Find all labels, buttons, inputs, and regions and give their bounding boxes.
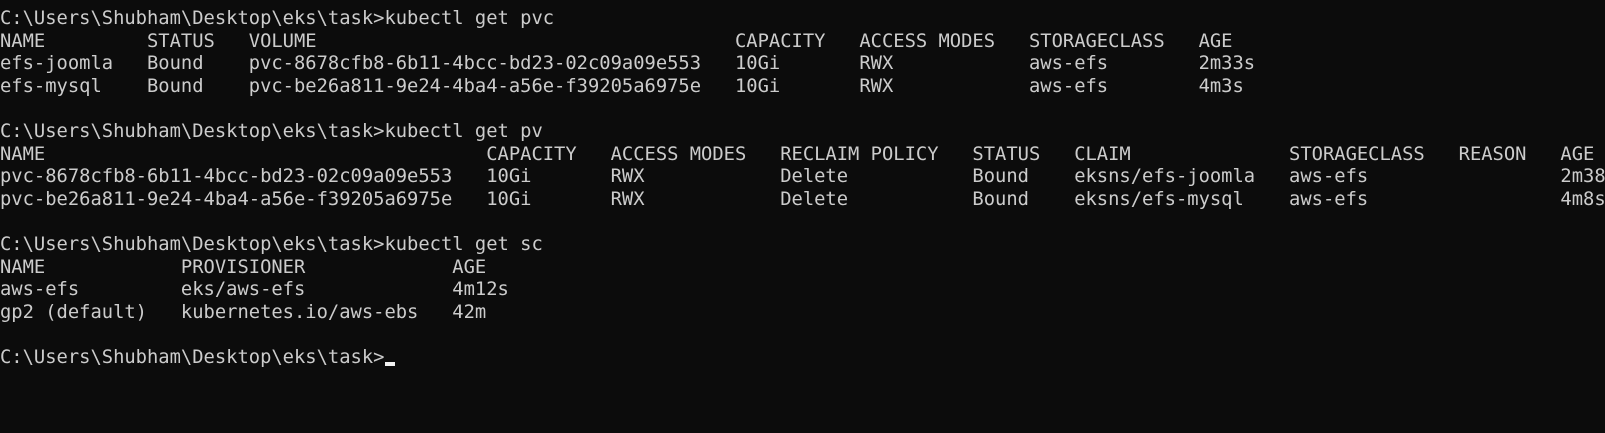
- command-line-pv: C:\Users\Shubham\Desktop\eks\task>kubect…: [0, 120, 543, 142]
- text-cursor: [385, 361, 396, 366]
- command-line-pvc: C:\Users\Shubham\Desktop\eks\task>kubect…: [0, 8, 555, 29]
- pv-table-header: NAME CAPACITY ACCESS MODES RECLAIM POLIC…: [0, 143, 1595, 165]
- pvc-table-header: NAME STATUS VOLUME CAPACITY ACCESS MODES…: [0, 30, 1233, 52]
- prompt-text: C:\Users\Shubham\Desktop\eks\task>: [0, 346, 385, 368]
- pvc-table-row: efs-joomla Bound pvc-8678cfb8-6b11-4bcc-…: [0, 53, 1256, 75]
- pvc-table-row: efs-mysql Bound pvc-be26a811-9e24-4ba4-a…: [0, 75, 1244, 97]
- command-line-sc: C:\Users\Shubham\Desktop\eks\task>kubect…: [0, 233, 543, 255]
- sc-table-row: gp2 (default) kubernetes.io/aws-ebs 42m: [0, 301, 487, 323]
- sc-table-row: aws-efs eks/aws-efs 4m12s: [0, 279, 509, 301]
- pv-table-row: pvc-8678cfb8-6b11-4bcc-bd23-02c09a09e553…: [0, 166, 1605, 188]
- terminal-output[interactable]: C:\Users\Shubham\Desktop\eks\task>kubect…: [0, 8, 1605, 370]
- prompt-line[interactable]: C:\Users\Shubham\Desktop\eks\task>: [0, 347, 1605, 370]
- sc-table-header: NAME PROVISIONER AGE: [0, 256, 487, 278]
- pv-table-row: pvc-be26a811-9e24-4ba4-a56e-f39205a6975e…: [0, 188, 1605, 210]
